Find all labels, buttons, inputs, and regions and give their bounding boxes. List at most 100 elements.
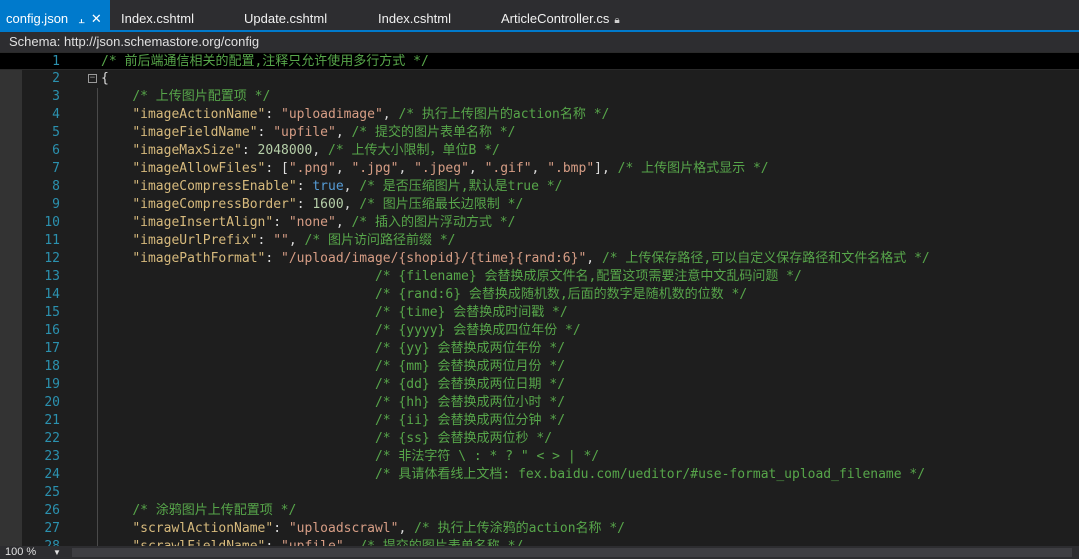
code-line[interactable]: 4 "imageActionName": "uploadimage", /* 执… (0, 106, 1079, 124)
code-text: /* {ii} 会替换成两位分钟 */ (101, 412, 565, 430)
code-token: : (241, 143, 258, 158)
code-token: "/upload/image/{shopid}/{time}{rand:6}" (281, 251, 587, 266)
indent-guide (97, 214, 98, 232)
line-number: 25 (44, 485, 60, 500)
line-number: 7 (52, 161, 60, 176)
code-line[interactable]: 21 /* {ii} 会替换成两位分钟 */ (0, 412, 1079, 430)
code-line[interactable]: 18 /* {mm} 会替换成两位月份 */ (0, 358, 1079, 376)
line-number: 13 (44, 269, 60, 284)
indent-guide (97, 304, 98, 322)
code-token: "uploadimage" (281, 107, 383, 122)
schema-url[interactable]: http://json.schemastore.org/config (64, 32, 259, 52)
code-text: "scrawlFieldName": "upfile", /* 提交的图片表单名… (101, 538, 523, 546)
code-token: "none" (288, 215, 336, 230)
code-token: true (312, 179, 344, 194)
code-text: /* 涂鸦图片上传配置项 */ (101, 502, 296, 520)
code-line[interactable]: 28 "scrawlFieldName": "upfile", /* 提交的图片… (0, 538, 1079, 546)
line-number: 22 (44, 431, 60, 446)
line-number: 6 (52, 143, 60, 158)
code-token: "upfile" (281, 539, 344, 546)
code-line[interactable]: 19 /* {dd} 会替换成两位日期 */ (0, 376, 1079, 394)
dropdown-arrow-icon[interactable]: ▼ (53, 546, 61, 559)
horizontal-scrollbar[interactable] (72, 548, 1072, 557)
tab-index-cshtml-2[interactable]: Index.cshtml (378, 0, 451, 30)
code-token: ".gif" (484, 161, 532, 176)
code-line[interactable]: 24 /* 具请体看线上文档: fex.baidu.com/ueditor/#u… (0, 466, 1079, 484)
code-line[interactable]: 14 /* {rand:6} 会替换成随机数,后面的数字是随机数的位数 */ (0, 286, 1079, 304)
indent-guide (97, 178, 98, 196)
zoom-level[interactable]: 100 % (5, 546, 36, 559)
code-text: /* 具请体看线上文档: fex.baidu.com/ueditor/#use-… (101, 466, 925, 484)
code-token: , (398, 521, 415, 536)
tab-label: Update.cshtml (244, 11, 328, 26)
code-token: , (531, 161, 548, 176)
code-line[interactable]: 5 "imageFieldName": "upfile", /* 提交的图片表单… (0, 124, 1079, 142)
code-line[interactable]: 17 /* {yy} 会替换成两位年份 */ (0, 340, 1079, 358)
indent-guide (97, 376, 98, 394)
code-line[interactable]: 2 −{ (0, 70, 1079, 88)
code-token: : (265, 539, 281, 546)
code-token: /* 提交的图片表单名称 */ (351, 125, 516, 140)
indent-guide (97, 160, 98, 178)
code-line[interactable]: 8 "imageCompressEnable": true, /* 是否压缩图片… (0, 178, 1079, 196)
code-token: , (382, 107, 399, 122)
code-line[interactable]: 26 /* 涂鸦图片上传配置项 */ (0, 502, 1079, 520)
code-line[interactable]: 16 /* {yyyy} 会替换成四位年份 */ (0, 322, 1079, 340)
line-number: 23 (44, 449, 60, 464)
tab-label: config.json (6, 11, 69, 26)
fold-collapse-icon[interactable]: − (88, 74, 97, 83)
line-number: 18 (44, 359, 60, 374)
pin-icon[interactable]: ⫠ (78, 14, 85, 26)
code-line[interactable]: 13 /* {filename} 会替换成原文件名,配置这项需要注意中文乱码问题… (0, 268, 1079, 286)
code-line[interactable]: 1 /* 前后端通信相关的配置,注释只允许使用多行方式 */ (0, 52, 1079, 70)
code-token: /* {dd} 会替换成两位日期 */ (374, 377, 566, 392)
line-number: 14 (44, 287, 60, 302)
code-editor[interactable]: 1 /* 前后端通信相关的配置,注释只允许使用多行方式 */ 2 −{3 /* 上传图… (0, 52, 1079, 546)
code-line[interactable]: 10 "imageInsertAlign": "none", /* 插入的图片浮… (0, 214, 1079, 232)
line-number: 28 (22, 538, 60, 546)
tab-index-cshtml[interactable]: Index.cshtml (121, 0, 194, 30)
code-line[interactable]: 20 /* {hh} 会替换成两位小时 */ (0, 394, 1079, 412)
code-token: 2048000 (257, 143, 313, 158)
code-line[interactable]: 11 "imageUrlPrefix": "", /* 图片访问路径前缀 */ (0, 232, 1079, 250)
tab-config-json[interactable]: config.json ⫠ ✕ (0, 0, 110, 30)
code-text: "imagePathFormat": "/upload/image/{shopi… (101, 250, 930, 268)
editor-status-bar: 100 % ▼ (0, 546, 1079, 559)
line-number: 20 (44, 395, 60, 410)
code-line[interactable]: 15 /* {time} 会替换成时间戳 */ (0, 304, 1079, 322)
code-line[interactable]: 27 "scrawlActionName": "uploadscrawl", /… (0, 520, 1079, 538)
line-number: 10 (44, 215, 60, 230)
code-line[interactable]: 12 "imagePathFormat": "/upload/image/{sh… (0, 250, 1079, 268)
code-token: /* 提交的图片表单名称 */ (359, 539, 523, 546)
code-token: "imageFieldName" (132, 125, 258, 140)
code-token: /* 上传保存路径,可以自定义保存路径和文件名格式 */ (601, 251, 930, 266)
code-line[interactable]: 25 (0, 484, 1079, 502)
code-line[interactable]: 3 /* 上传图片配置项 */ (0, 88, 1079, 106)
tab-articlecontroller-cs[interactable]: ArticleController.cs 🔒︎ (501, 0, 620, 30)
code-line[interactable]: 23 /* 非法字符 \ : * ? " < > | */ (0, 448, 1079, 466)
code-line[interactable]: 6 "imageMaxSize": 2048000, /* 上传大小限制，单位B… (0, 142, 1079, 160)
line-number: 27 (44, 521, 60, 536)
code-line[interactable]: 22 /* {ss} 会替换成两位秒 */ (0, 430, 1079, 448)
code-text: /* {dd} 会替换成两位日期 */ (101, 376, 565, 394)
close-icon[interactable]: ✕ (91, 11, 102, 26)
code-token: , (343, 197, 360, 212)
code-token: , (288, 233, 305, 248)
code-line[interactable]: 7 "imageAllowFiles": [".png", ".jpg", ".… (0, 160, 1079, 178)
code-line[interactable]: 9 "imageCompressBorder": 1600, /* 图片压缩最长… (0, 196, 1079, 214)
tab-update-cshtml[interactable]: Update.cshtml (244, 0, 327, 30)
code-token: "imageCompressEnable" (132, 179, 297, 194)
code-token: /* 具请体看线上文档: fex.baidu.com/ueditor/#use-… (374, 467, 926, 482)
